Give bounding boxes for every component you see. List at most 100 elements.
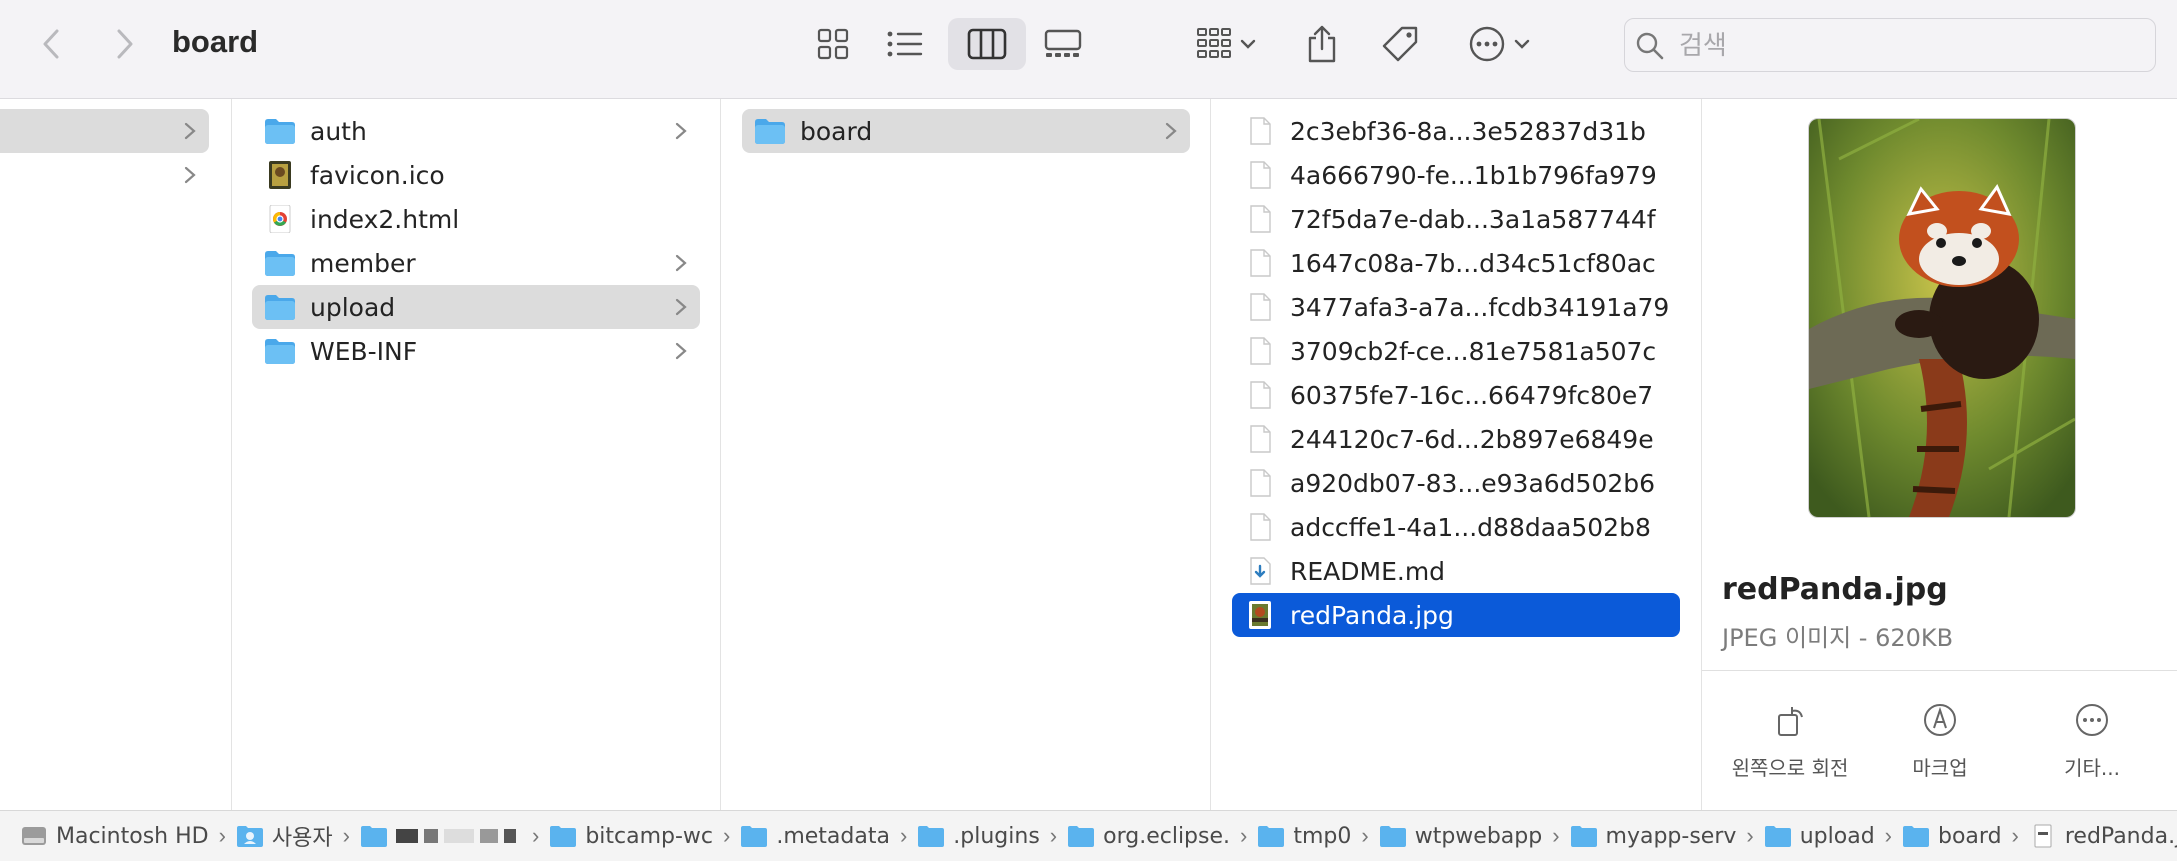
- item-label: README.md: [1290, 556, 1446, 586]
- column-4: 2c3ebf36-8a...3e52837d31b 4a666790-fe...…: [1211, 99, 1702, 810]
- list-item[interactable]: README.md: [1232, 549, 1680, 593]
- path-item[interactable]: Macintosh HD: [20, 824, 209, 849]
- search-input[interactable]: [1677, 27, 2141, 65]
- more-label: 기타...: [2064, 756, 2120, 780]
- column-3: board: [721, 99, 1211, 810]
- document-icon: [1244, 293, 1276, 321]
- disk-icon: [22, 827, 46, 845]
- item-label: index2.html: [310, 204, 460, 234]
- list-view-button[interactable]: [880, 18, 930, 70]
- more-icon: [2076, 704, 2108, 736]
- list-item[interactable]: favicon.ico: [252, 153, 700, 197]
- list-item[interactable]: 60375fe7-16c...66479fc80e7: [1232, 373, 1680, 417]
- list-item[interactable]: WEB-INF: [252, 329, 700, 373]
- group-button[interactable]: [1186, 18, 1266, 70]
- list-item-selected[interactable]: redPanda.jpg: [1232, 593, 1680, 637]
- folder-icon: [550, 826, 577, 847]
- item-label: upload: [310, 292, 396, 322]
- list-item[interactable]: adccffe1-4a1...d88daa502b8: [1232, 505, 1680, 549]
- chevron-right-icon: [184, 166, 196, 184]
- folder-icon: [741, 826, 768, 847]
- chevron-right-icon: [675, 122, 687, 140]
- list-item[interactable]: auth: [252, 109, 700, 153]
- forward-button[interactable]: [102, 22, 146, 66]
- column-1-row-selected[interactable]: [0, 109, 209, 153]
- chevron-down-icon: [1514, 39, 1530, 49]
- list-item[interactable]: 3709cb2f-ce...81e7581a507c: [1232, 329, 1680, 373]
- path-item[interactable]: board: [1902, 824, 2002, 849]
- chevron-right-icon: [675, 298, 687, 316]
- path-item-home[interactable]: [360, 824, 522, 848]
- chevron-right-icon: [675, 254, 687, 272]
- users-folder-icon: [236, 826, 263, 847]
- path-item[interactable]: upload: [1764, 824, 1875, 849]
- document-icon: [1244, 161, 1276, 189]
- document-icon: [1244, 205, 1276, 233]
- preview-image: [1808, 118, 2076, 518]
- preview-divider: [1702, 670, 2177, 671]
- chrome-html-icon: [264, 205, 296, 233]
- search-icon: [1636, 32, 1664, 60]
- path-item[interactable]: wtpwebapp: [1379, 824, 1542, 849]
- folder-icon: [1903, 826, 1929, 847]
- chevron-right-icon: [184, 122, 196, 140]
- tag-button[interactable]: [1378, 18, 1422, 70]
- image-file-icon: [264, 161, 296, 189]
- list-item[interactable]: 2c3ebf36-8a...3e52837d31b: [1232, 109, 1680, 153]
- folder-icon: [754, 117, 786, 145]
- item-label: 3709cb2f-ce...81e7581a507c: [1290, 336, 1657, 366]
- document-icon: [1244, 425, 1276, 453]
- rotate-left-button[interactable]: 왼쪽으로 회전: [1710, 700, 1870, 781]
- list-item[interactable]: index2.html: [252, 197, 700, 241]
- path-item[interactable]: .metadata: [740, 824, 890, 849]
- item-label: 72f5da7e-dab...3a1a587744f: [1290, 204, 1656, 234]
- path-item[interactable]: 사용자: [236, 820, 333, 852]
- list-icon: [887, 31, 923, 57]
- list-item-selected[interactable]: upload: [252, 285, 700, 329]
- toolbar: board: [0, 0, 2177, 99]
- list-item[interactable]: a920db07-83...e93a6d502b6: [1232, 461, 1680, 505]
- back-button[interactable]: [30, 22, 74, 66]
- list-item[interactable]: 1647c08a-7b...d34c51cf80ac: [1232, 241, 1680, 285]
- gallery-view-button[interactable]: [1038, 18, 1088, 70]
- columns-icon: [967, 28, 1007, 60]
- list-item[interactable]: 72f5da7e-dab...3a1a587744f: [1232, 197, 1680, 241]
- list-item[interactable]: 3477afa3-a7a...fcdb34191a79: [1232, 285, 1680, 329]
- path-item[interactable]: org.eclipse.: [1067, 824, 1230, 849]
- item-label: 244120c7-6d...2b897e6849e: [1290, 424, 1654, 454]
- folder-icon: [918, 826, 945, 847]
- more-button[interactable]: 기타...: [2012, 700, 2172, 781]
- list-item[interactable]: 244120c7-6d...2b897e6849e: [1232, 417, 1680, 461]
- gallery-icon: [1044, 29, 1082, 57]
- path-bar: Macintosh HD › 사용자 › › bitcamp-wc › .met…: [0, 810, 2177, 861]
- jpg-file-icon: [2034, 824, 2052, 848]
- column-view-button[interactable]: [948, 18, 1026, 70]
- action-menu-button[interactable]: [1462, 18, 1536, 70]
- document-icon: [1244, 337, 1276, 365]
- search-field[interactable]: [1624, 18, 2156, 72]
- tag-icon: [1382, 26, 1418, 62]
- column-1-row[interactable]: [0, 153, 209, 197]
- path-item[interactable]: tmp0: [1257, 824, 1351, 849]
- more-circle-icon: [1469, 26, 1505, 62]
- chevron-left-icon: [43, 29, 59, 59]
- list-item[interactable]: member: [252, 241, 700, 285]
- path-item[interactable]: bitcamp-wc: [549, 824, 713, 849]
- folder-icon: [264, 337, 296, 365]
- item-label: redPanda.jpg: [1290, 600, 1454, 630]
- item-label: auth: [310, 116, 367, 146]
- path-item[interactable]: redPanda.jpg: [2029, 824, 2177, 849]
- path-item[interactable]: .plugins: [917, 824, 1040, 849]
- path-item[interactable]: myapp-serv: [1570, 824, 1736, 849]
- folder-icon: [1570, 826, 1597, 847]
- list-item[interactable]: 4a666790-fe...1b1b796fa979: [1232, 153, 1680, 197]
- list-item-selected[interactable]: board: [742, 109, 1190, 153]
- window-title: board: [172, 24, 259, 59]
- item-label: member: [310, 248, 416, 278]
- home-folder-icon: [360, 826, 387, 847]
- markup-button[interactable]: 마크업: [1860, 700, 2020, 781]
- share-button[interactable]: [1300, 18, 1344, 70]
- icon-view-button[interactable]: [808, 18, 858, 70]
- preview-filename: redPanda.jpg: [1722, 572, 1948, 607]
- item-label: WEB-INF: [310, 336, 418, 366]
